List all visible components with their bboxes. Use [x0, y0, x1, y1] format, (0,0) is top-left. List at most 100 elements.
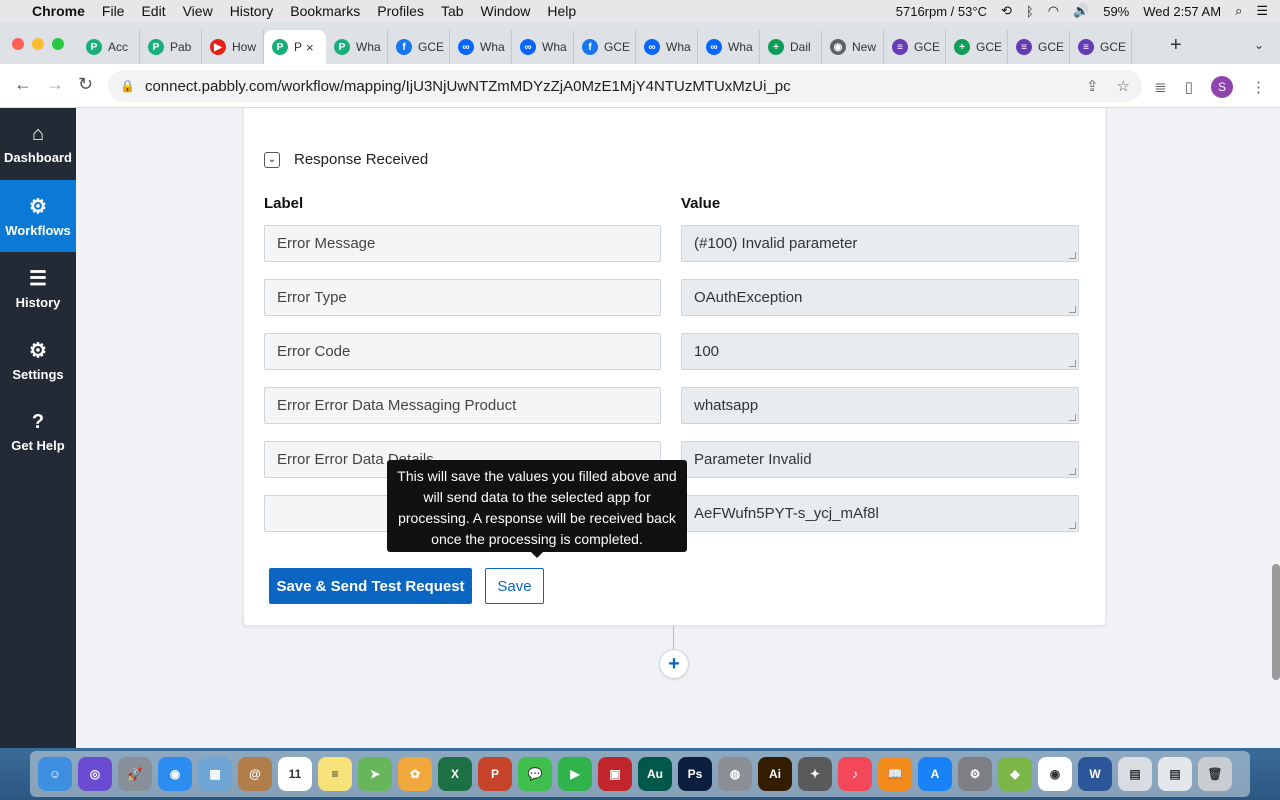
tab-search-chevron-icon[interactable]: ⌄ [1254, 38, 1264, 52]
notes-icon[interactable]: ≡ [318, 757, 352, 791]
word-icon[interactable]: W [1078, 757, 1112, 791]
save-and-send-test-request-button[interactable]: Save & Send Test Request [269, 568, 472, 604]
menu-view[interactable]: View [183, 3, 213, 19]
sidebar-item-settings[interactable]: ⚙ Settings [0, 324, 76, 396]
side-panel-icon[interactable]: ▯ [1185, 78, 1193, 96]
close-window-button[interactable] [12, 38, 24, 50]
books-icon[interactable]: 📖 [878, 757, 912, 791]
save-button[interactable]: Save [485, 568, 544, 604]
response-label-field[interactable]: Error Error Data Messaging Product [264, 387, 661, 424]
page-scrollbar[interactable] [1272, 564, 1280, 680]
share-icon[interactable]: ⇪ [1086, 77, 1099, 95]
browser-tab-active[interactable]: P P × [264, 30, 326, 64]
url-text[interactable]: connect.pabbly.com/workflow/mapping/IjU3… [145, 78, 791, 95]
time-machine-icon[interactable]: ⟲ [1001, 3, 1012, 19]
finder-icon[interactable]: ☺ [38, 757, 72, 791]
minimize-window-button[interactable] [32, 38, 44, 50]
menu-window[interactable]: Window [481, 3, 531, 19]
response-value-field[interactable]: AeFWufn5PYT-s_ycj_mAf8l [681, 495, 1079, 532]
forward-arrow-icon[interactable]: → [46, 74, 64, 95]
menu-app-name[interactable]: Chrome [32, 3, 85, 19]
final-cut-icon[interactable]: ✦ [798, 757, 832, 791]
maps-icon[interactable]: ➤ [358, 757, 392, 791]
sidebar-item-get-help[interactable]: ? Get Help [0, 396, 76, 468]
audition-icon[interactable]: Au [638, 757, 672, 791]
browser-tab[interactable]: ∞ Wha [698, 30, 760, 64]
chrome-icon[interactable]: ◉ [1038, 757, 1072, 791]
response-value-field[interactable]: whatsapp [681, 387, 1079, 424]
calendar-icon[interactable]: 11 [278, 757, 312, 791]
zoom-window-button[interactable] [52, 38, 64, 50]
browser-tab[interactable]: ◉ New [822, 30, 884, 64]
browser-tab[interactable]: ≡ GCE [884, 30, 946, 64]
browser-tab[interactable]: f GCE [388, 30, 450, 64]
music-icon[interactable]: ♪ [838, 757, 872, 791]
browser-tab[interactable]: f GCE [574, 30, 636, 64]
browser-tab[interactable]: ∞ Wha [450, 30, 512, 64]
illustrator-icon[interactable]: Ai [758, 757, 792, 791]
system-preferences-icon[interactable]: ⚙ [958, 757, 992, 791]
browser-tab[interactable]: P Pab [140, 30, 202, 64]
browser-tab[interactable]: ≡ GCE [1070, 30, 1132, 64]
app-store-icon[interactable]: A [918, 757, 952, 791]
response-label-field[interactable]: Error Type [264, 279, 661, 316]
browser-tab[interactable]: P Acc [78, 30, 140, 64]
photos-icon[interactable]: ✿ [398, 757, 432, 791]
menu-help[interactable]: Help [547, 3, 576, 19]
spotlight-search-icon[interactable]: ⌕ [1235, 3, 1242, 19]
messages-icon[interactable]: 💬 [518, 757, 552, 791]
response-value-field[interactable]: (#100) Invalid parameter [681, 225, 1079, 262]
browser-tab[interactable]: ▶ How [202, 30, 264, 64]
bluetooth-icon[interactable]: ᛒ [1026, 4, 1034, 19]
back-arrow-icon[interactable]: ← [14, 74, 32, 95]
response-received-toggle[interactable]: ⌄ Response Received [264, 151, 428, 168]
reload-icon[interactable]: ↻ [78, 74, 93, 95]
preview-icon[interactable]: ▦ [198, 757, 232, 791]
close-tab-icon[interactable]: × [306, 40, 314, 55]
wifi-icon[interactable]: ◠ [1048, 3, 1059, 19]
lock-icon[interactable]: 🔒 [120, 79, 135, 93]
response-label-field[interactable]: Error Message [264, 225, 661, 262]
response-value-field[interactable]: 100 [681, 333, 1079, 370]
menu-file[interactable]: File [102, 3, 125, 19]
browser-tab[interactable]: ≡ GCE [1008, 30, 1070, 64]
volume-icon[interactable]: 🔊 [1073, 3, 1089, 19]
chevron-down-icon[interactable]: ⌄ [264, 151, 280, 168]
android-studio-icon[interactable]: ◆ [998, 757, 1032, 791]
documents-icon[interactable]: ▤ [1158, 757, 1192, 791]
downloads-icon[interactable]: ▤ [1118, 757, 1152, 791]
reading-list-icon[interactable]: ≣ [1154, 78, 1167, 96]
battery-percent[interactable]: 59% [1103, 4, 1129, 19]
sidebar-item-dashboard[interactable]: ⌂ Dashboard [0, 108, 76, 180]
profile-avatar[interactable]: S [1211, 76, 1233, 98]
excel-icon[interactable]: X [438, 757, 472, 791]
new-tab-button[interactable]: + [1170, 34, 1182, 57]
disk-utility-icon[interactable]: ◍ [718, 757, 752, 791]
browser-tab[interactable]: ∞ Wha [636, 30, 698, 64]
menu-profiles[interactable]: Profiles [377, 3, 424, 19]
photoshop-icon[interactable]: Ps [678, 757, 712, 791]
fan-speed-status[interactable]: 5716rpm / 53°C [896, 4, 987, 19]
response-label-field[interactable]: Error Code [264, 333, 661, 370]
menu-tab[interactable]: Tab [441, 3, 464, 19]
response-value-field[interactable]: OAuthException [681, 279, 1079, 316]
trash-icon[interactable]: 🗑 [1198, 757, 1232, 791]
browser-tab[interactable]: P Wha [326, 30, 388, 64]
sidebar-item-workflows[interactable]: ⚙ Workflows [0, 180, 76, 252]
clock[interactable]: Wed 2:57 AM [1143, 4, 1221, 19]
launchpad-icon[interactable]: 🚀 [118, 757, 152, 791]
powerpoint-icon[interactable]: P [478, 757, 512, 791]
sidebar-item-history[interactable]: ☰ History [0, 252, 76, 324]
control-center-icon[interactable]: ☰ [1256, 3, 1268, 19]
address-bar[interactable]: 🔒 connect.pabbly.com/workflow/mapping/Ij… [108, 70, 1142, 102]
browser-tab[interactable]: + Dail [760, 30, 822, 64]
contacts-icon[interactable]: @ [238, 757, 272, 791]
browser-tab[interactable]: ∞ Wha [512, 30, 574, 64]
menu-edit[interactable]: Edit [141, 3, 165, 19]
menu-history[interactable]: History [230, 3, 274, 19]
response-value-field[interactable]: Parameter Invalid [681, 441, 1079, 478]
chrome-menu-icon[interactable]: ⋮ [1251, 78, 1266, 96]
photo-booth-icon[interactable]: ▣ [598, 757, 632, 791]
siri-icon[interactable]: ◎ [78, 757, 112, 791]
safari-icon[interactable]: ◉ [158, 757, 192, 791]
